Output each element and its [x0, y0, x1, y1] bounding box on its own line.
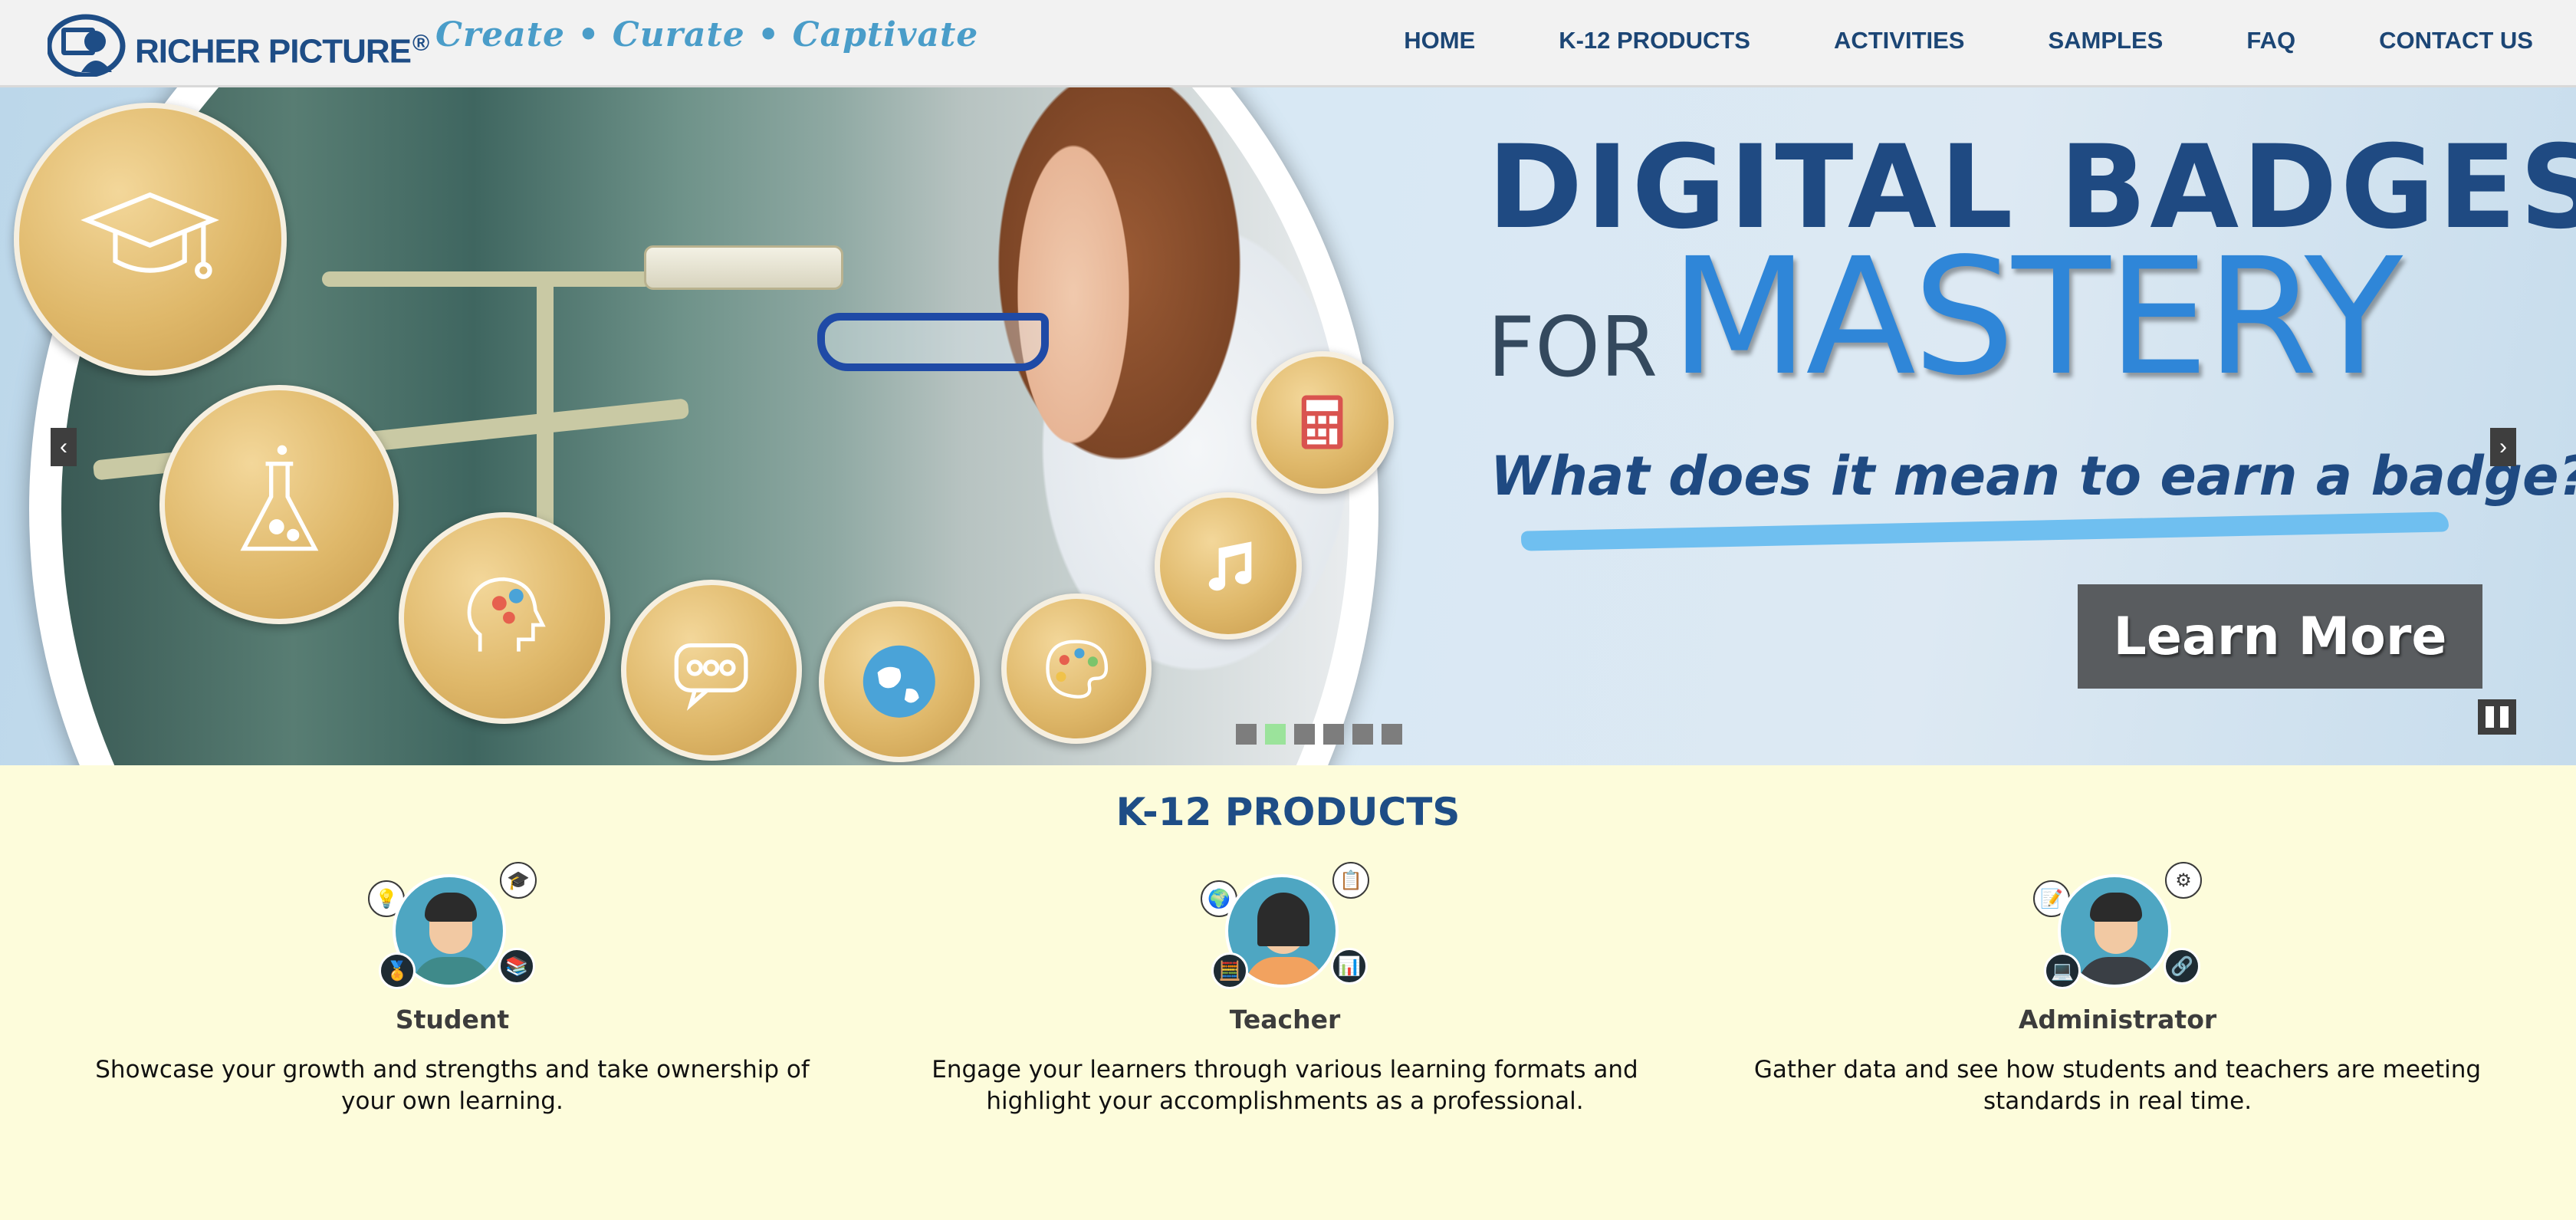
flask-icon	[159, 385, 399, 624]
logo-mark-icon	[46, 11, 140, 78]
product-description: Showcase your growth and strengths and t…	[95, 1056, 810, 1115]
chalkboard-icon: 📋	[1332, 862, 1369, 899]
headline-mastery: MASTERY	[1670, 223, 2403, 411]
bar-chart-icon: 📊	[1331, 948, 1368, 985]
hero-subheadline: What does it mean to earn a badge?	[1490, 445, 2576, 508]
graduation-cap-icon	[14, 103, 287, 376]
headline-line2: FOR MASTERY	[1487, 223, 2576, 411]
product-description: Engage your learners through various lea…	[932, 1056, 1638, 1115]
student-avatar: 💡 🎓 🏅 📚	[368, 862, 537, 994]
slide-dot-3[interactable]	[1294, 724, 1315, 745]
registered-mark: ®	[412, 30, 429, 56]
palette-icon	[1001, 594, 1152, 744]
speech-bubble-icon	[621, 580, 802, 761]
product-name: Teacher	[1229, 1005, 1341, 1034]
slide-dot-1[interactable]	[1236, 724, 1257, 745]
product-description: Gather data and see how students and tea…	[1753, 1056, 2482, 1115]
headline-for: FOR	[1487, 300, 1658, 396]
products-heading: K-12 PRODUCTS	[1116, 790, 1460, 834]
nav-activities[interactable]: ACTIVITIES	[1834, 27, 1965, 54]
syringe	[644, 245, 843, 290]
music-note-icon	[1155, 492, 1302, 640]
product-student[interactable]: 💡 🎓 🏅 📚 Student Showcase your growth and…	[69, 862, 836, 1117]
computer-icon: 💻	[2044, 952, 2081, 989]
brand-logo[interactable]: RICHER PICTURE®	[46, 9, 429, 78]
safety-glasses	[817, 313, 1049, 371]
graduation-cap-icon: 🎓	[500, 862, 537, 899]
lab-apparatus	[322, 271, 652, 287]
network-icon: 🔗	[2164, 948, 2200, 985]
slide-dot-6[interactable]	[1382, 724, 1402, 745]
nav-samples[interactable]: SAMPLES	[2048, 27, 2163, 54]
slide-dot-2[interactable]	[1265, 724, 1286, 745]
slide-dot-5[interactable]	[1352, 724, 1373, 745]
product-teacher[interactable]: 🌍 📋 🧮 📊 Teacher Engage your learners thr…	[902, 862, 1668, 1117]
product-name: Student	[395, 1005, 510, 1034]
product-administrator[interactable]: 📝 ⚙ 💻 🔗 Administrator Gather data and se…	[1734, 862, 2501, 1117]
hero-headline: DIGITAL BADGES FOR MASTERY	[1487, 130, 2576, 411]
administrator-avatar: 📝 ⚙ 💻 🔗	[2033, 862, 2202, 994]
tagline: Create • Curate • Captivate	[435, 15, 979, 54]
calculator-icon	[1251, 351, 1394, 494]
books-icon: 📚	[498, 948, 535, 985]
brain-gears-icon	[399, 512, 610, 724]
slide-dot-4[interactable]	[1323, 724, 1344, 745]
nav-contact-us[interactable]: CONTACT US	[2379, 27, 2533, 54]
main-nav: HOME K-12 PRODUCTS ACTIVITIES SAMPLES FA…	[1404, 0, 2533, 81]
brand-name: RICHER PICTURE®	[135, 30, 429, 71]
calculator-icon: 🧮	[1211, 952, 1248, 989]
gear-icon: ⚙	[2165, 862, 2202, 899]
medal-icon: 🏅	[379, 952, 416, 989]
globe-icon	[819, 601, 980, 762]
nav-home[interactable]: HOME	[1404, 27, 1475, 54]
learn-more-button[interactable]: Learn More	[2078, 584, 2482, 689]
nav-k12-products[interactable]: K-12 PRODUCTS	[1559, 27, 1750, 54]
brush-stroke-underline	[1520, 511, 2450, 551]
hero-slider: DIGITAL BADGES FOR MASTERY What does it …	[0, 87, 2576, 765]
product-name: Administrator	[2018, 1005, 2217, 1034]
slide-pager	[1236, 724, 1411, 745]
nav-faq[interactable]: FAQ	[2246, 27, 2295, 54]
pause-slider-icon[interactable]	[2478, 699, 2516, 735]
next-slide-arrow-icon[interactable]: ›	[2490, 428, 2516, 466]
teacher-avatar: 🌍 📋 🧮 📊	[1201, 862, 1369, 994]
prev-slide-arrow-icon[interactable]: ‹	[51, 428, 77, 466]
site-header: RICHER PICTURE® Create • Curate • Captiv…	[0, 0, 2576, 87]
